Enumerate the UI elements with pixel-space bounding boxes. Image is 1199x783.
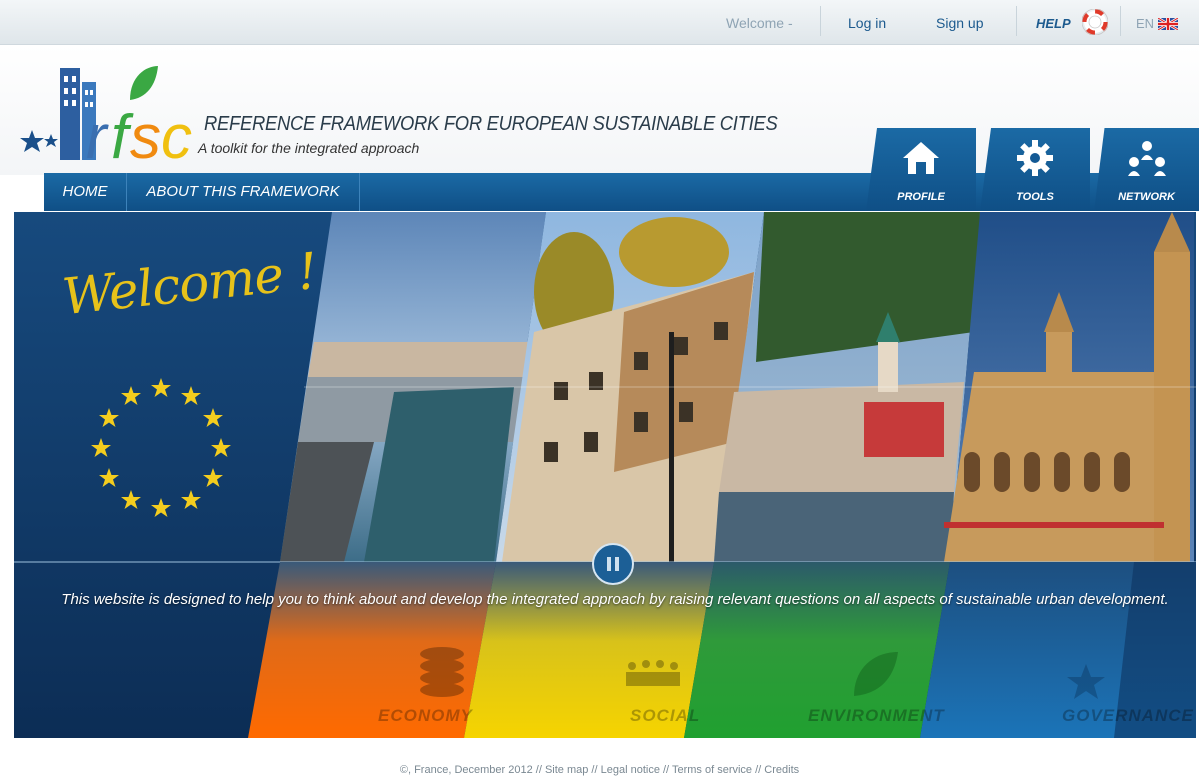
tab-tools[interactable]: TOOLS	[980, 128, 1090, 211]
welcome-text: Welcome -	[726, 15, 793, 31]
top-bar: Welcome - Log in Sign up HELP EN	[0, 0, 1199, 45]
svg-text:c: c	[161, 103, 192, 162]
hero-description: This website is designed to help you to …	[61, 591, 1169, 608]
footer-link-sitemap[interactable]: Site map	[545, 764, 588, 776]
gear-icon	[1015, 138, 1055, 183]
help-link[interactable]: HELP	[1036, 16, 1071, 31]
lifebuoy-icon[interactable]	[1081, 8, 1109, 40]
footer-link-credits[interactable]: Credits	[764, 764, 799, 776]
nav-home-label: HOME	[62, 183, 108, 200]
uk-flag-icon[interactable]	[1157, 16, 1179, 35]
footer-separator: //	[752, 764, 765, 776]
category-environment[interactable]: ENVIRONMENT	[808, 706, 945, 726]
tab-profile[interactable]: PROFILE	[866, 128, 976, 211]
house-icon	[899, 138, 943, 183]
language-selector[interactable]: EN	[1136, 16, 1154, 31]
footer-separator: //	[659, 764, 672, 776]
footer-separator: //	[588, 764, 601, 776]
category-economy[interactable]: ECONOMY	[378, 706, 473, 726]
footer: ©, France, December 2012 // Site map // …	[0, 764, 1199, 776]
nav-home[interactable]: HOME	[44, 173, 127, 211]
divider	[1120, 6, 1121, 36]
footer-separator: //	[532, 764, 545, 776]
login-link[interactable]: Log in	[848, 15, 886, 31]
nav-about[interactable]: ABOUT THIS FRAMEWORK	[127, 173, 360, 211]
divider	[1016, 6, 1017, 36]
nav-about-label: ABOUT THIS FRAMEWORK	[146, 183, 340, 200]
people-icon	[1125, 138, 1169, 185]
rfsc-logo[interactable]: r f s c	[18, 62, 198, 172]
footer-link-legal[interactable]: Legal notice	[601, 764, 660, 776]
tab-network[interactable]: NETWORK	[1094, 128, 1199, 211]
divider	[820, 6, 821, 36]
tab-profile-label: PROFILE	[897, 191, 945, 203]
site-title: REFERENCE FRAMEWORK FOR EUROPEAN SUSTAIN…	[204, 113, 778, 135]
category-governance[interactable]: GOVERNANCE	[1062, 706, 1194, 726]
tab-network-label: NETWORK	[1118, 191, 1175, 203]
pause-button[interactable]	[591, 542, 635, 591]
svg-text:s: s	[130, 103, 161, 162]
footer-link-terms[interactable]: Terms of service	[672, 764, 752, 776]
tab-tools-label: TOOLS	[1016, 191, 1054, 203]
category-social[interactable]: SOCIAL	[630, 706, 700, 726]
footer-copyright: ©, France, December 2012	[399, 764, 533, 776]
signup-link[interactable]: Sign up	[936, 15, 983, 31]
site-subtitle: A toolkit for the integrated approach	[198, 140, 420, 156]
svg-text:r: r	[86, 103, 109, 162]
